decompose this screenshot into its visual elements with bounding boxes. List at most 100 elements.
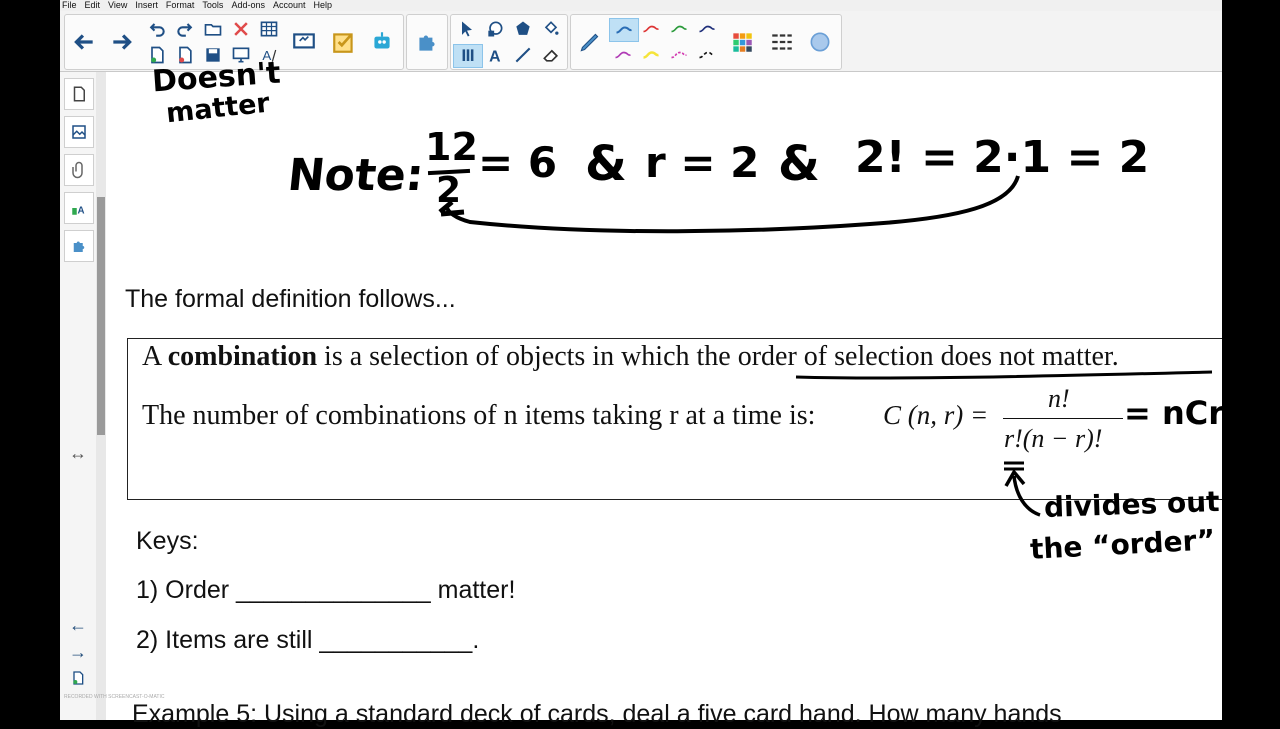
puzzle-button[interactable]: [410, 19, 444, 65]
menu-help[interactable]: Help: [312, 0, 333, 10]
fill-shapes-button[interactable]: [509, 18, 537, 40]
prev-page-arrow[interactable]: ←: [66, 615, 90, 635]
menu-insert[interactable]: Insert: [133, 0, 158, 10]
highlighter-icon: [643, 51, 659, 59]
gallery-icon: [72, 125, 86, 139]
pen-stroke-icon: [643, 25, 659, 33]
menu-view[interactable]: View: [106, 0, 127, 10]
next-page-button[interactable]: [105, 19, 139, 65]
puzzle-icon: [73, 241, 85, 252]
new-page-icon: [151, 46, 164, 64]
vertical-scrollbar[interactable]: [96, 72, 106, 720]
pen-blue-thick[interactable]: [609, 18, 639, 42]
example-5-text: Example 5: Using a standard deck of card…: [132, 700, 1062, 728]
arrow-left-icon: [74, 34, 93, 50]
pen-black-dashed[interactable]: [693, 44, 721, 66]
delete-button[interactable]: [227, 18, 255, 40]
pen-tools-button[interactable]: [453, 44, 483, 68]
definition-line1-pre: A: [142, 341, 168, 372]
pencil-icon: [580, 33, 599, 52]
previous-page-button[interactable]: [67, 19, 101, 65]
panel-resize-handle[interactable]: ↔: [66, 443, 90, 463]
shapes-tool-button[interactable]: [481, 18, 509, 40]
gallery-tab[interactable]: [64, 116, 94, 148]
formula-numerator: n!: [1048, 384, 1070, 413]
undo-icon: [149, 23, 165, 37]
menu-format[interactable]: Format: [164, 0, 195, 10]
checkbox-icon: [333, 33, 353, 53]
undo-button[interactable]: [143, 18, 171, 40]
pen-purple[interactable]: [609, 44, 637, 66]
menu-account[interactable]: Account: [271, 0, 306, 10]
pen-magenta-dashed[interactable]: [665, 44, 693, 66]
cloud-icon: [810, 32, 830, 52]
ink-equals-6: = 6: [478, 138, 558, 187]
folder-open-icon: [204, 24, 222, 36]
formula-denominator: r!(n − r)!: [1004, 424, 1103, 453]
svg-text:A: A: [489, 49, 501, 65]
table-icon: [260, 21, 278, 37]
attachments-tab[interactable]: [64, 154, 94, 186]
properties-icon: A: [72, 205, 85, 216]
line-style-button[interactable]: [765, 19, 799, 65]
screen-margin: [1222, 0, 1280, 720]
pen-stroke-icon: [615, 51, 631, 59]
arrow-right-icon: [113, 34, 132, 50]
ink-ncr: = nCr: [1124, 394, 1224, 432]
ink-factorial: 2! = 2·1 = 2: [855, 132, 1150, 183]
palette-grid-icon: [733, 33, 752, 52]
table-button[interactable]: [255, 18, 283, 40]
redo-button[interactable]: [171, 18, 199, 40]
properties-tab[interactable]: A: [64, 192, 94, 224]
add-page-icon[interactable]: [66, 670, 90, 690]
effects-button[interactable]: [803, 19, 837, 65]
eraser-button[interactable]: [537, 44, 565, 66]
menu-addons[interactable]: Add-ons: [229, 0, 265, 10]
svg-text:A: A: [78, 205, 85, 216]
ink-r-equals-2: r = 2: [645, 138, 760, 187]
shapes-icon: [488, 21, 503, 37]
cursor-icon: [462, 21, 472, 37]
pen-stroke-icon: [671, 25, 687, 33]
line-tool-button[interactable]: [509, 44, 537, 66]
open-button[interactable]: [199, 18, 227, 40]
menu-tools[interactable]: Tools: [200, 0, 223, 10]
response-button[interactable]: [327, 19, 361, 65]
pen-green[interactable]: [665, 18, 693, 40]
key-2: 2) Items are still ___________.: [136, 626, 480, 654]
menu-file[interactable]: File: [60, 0, 77, 10]
pen-navy[interactable]: [693, 18, 721, 40]
add-ons-button[interactable]: [365, 19, 399, 65]
formula-lhs: C (n, r) =: [883, 400, 989, 430]
display-icon: [293, 33, 315, 49]
highlighter-yellow[interactable]: [637, 44, 665, 66]
pen-stroke-icon: [699, 51, 715, 59]
display-button[interactable]: [287, 19, 321, 65]
ink-divides-out: divides out: [1043, 484, 1221, 525]
pen-stroke-icon: [616, 26, 632, 34]
pen-stroke-icon: [699, 25, 715, 33]
line-icon: [515, 47, 531, 63]
text-button[interactable]: A: [481, 44, 509, 66]
fill-color-button[interactable]: [537, 18, 565, 40]
close-icon: [234, 22, 248, 36]
menu-edit[interactable]: Edit: [83, 0, 101, 10]
page-sorter-tab[interactable]: [64, 78, 94, 110]
toolbar-group-addon: [406, 14, 448, 70]
scrollbar-thumb[interactable]: [97, 197, 105, 435]
ink-fraction-numerator: 12: [425, 125, 478, 169]
menu-bar: File Edit View Insert Format Tools Add-ons Acco…: [60, 0, 1222, 11]
definition-line-2: The number of combinations of n items ta…: [142, 400, 816, 431]
redo-icon: [177, 23, 193, 37]
paperclip-icon: [72, 161, 83, 179]
formal-definition-intro: The formal definition follows...: [125, 285, 456, 313]
select-tool-button[interactable]: [453, 18, 481, 40]
pen-red[interactable]: [637, 18, 665, 40]
next-page-arrow[interactable]: →: [66, 642, 90, 662]
definition-key-phrase: order of selection does not matter.: [737, 341, 1119, 372]
add-ons-tab[interactable]: [64, 230, 94, 262]
color-palette-button[interactable]: [725, 19, 759, 65]
pen-button[interactable]: [573, 19, 607, 65]
toolbar-group-pens: [570, 14, 842, 70]
ink-fraction-denominator: 2: [436, 170, 462, 211]
